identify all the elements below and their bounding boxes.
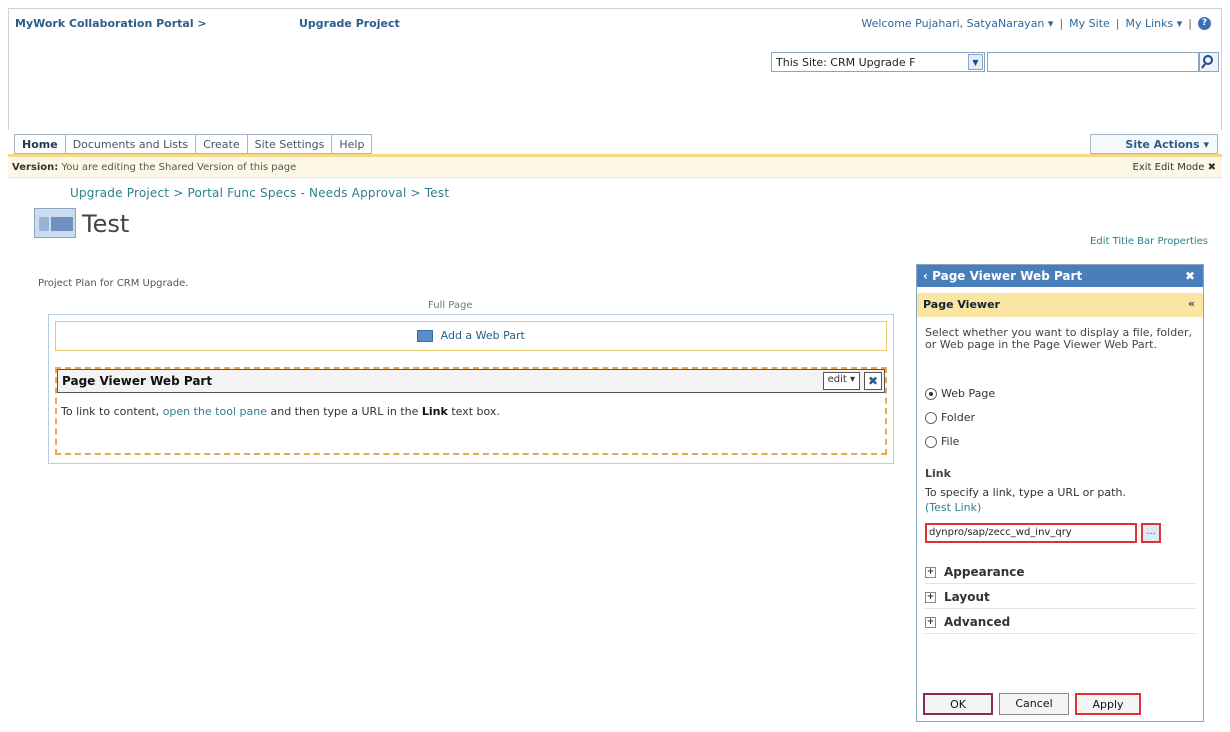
body-text: text box. <box>451 405 500 418</box>
test-link[interactable]: (Test Link) <box>925 501 981 514</box>
add-web-part-icon <box>417 330 434 342</box>
cancel-button[interactable]: Cancel <box>999 693 1069 715</box>
site-name-link[interactable]: Upgrade Project <box>299 17 400 30</box>
body-bold-text: Link <box>421 405 448 418</box>
divider <box>925 633 1195 634</box>
body-text: To link to content, <box>61 405 160 418</box>
expander-label: Appearance <box>944 565 1025 579</box>
section-description: Select whether you want to display a fil… <box>925 326 1192 351</box>
zone-label: Full Page <box>428 300 473 311</box>
web-part-body: To link to content, open the tool pane a… <box>61 405 500 418</box>
top-bar: MyWork Collaboration Portal > Upgrade Pr… <box>8 8 1222 38</box>
my-links-menu[interactable]: My Links ▾ <box>1126 17 1183 30</box>
open-tool-pane-link[interactable]: open the tool pane <box>163 405 267 418</box>
add-web-part-label: Add a Web Part <box>440 329 525 342</box>
ok-button[interactable]: OK <box>923 693 993 715</box>
radio-folder[interactable]: Folder <box>925 411 975 424</box>
chevron-down-icon[interactable]: ▼ <box>968 54 983 70</box>
page-viewer-web-part: Page Viewer Web Part edit ▾ ✖ To link to… <box>55 367 887 455</box>
link-url-field[interactable]: dynpro/sap/zecc_wd_inv_qry <box>925 523 1137 543</box>
separator: | <box>1059 17 1064 30</box>
breadcrumb[interactable]: Upgrade Project > Portal Func Specs - Ne… <box>70 186 449 200</box>
radio-label: Folder <box>941 411 975 424</box>
radio-web-page[interactable]: Web Page <box>925 387 995 400</box>
expander-label: Layout <box>944 590 990 604</box>
separator: | <box>1188 17 1192 30</box>
advanced-expander[interactable]: + Advanced <box>925 615 1010 629</box>
layout-expander[interactable]: + Layout <box>925 590 990 604</box>
tool-pane-header: ‹ Page Viewer Web Part ✖ <box>917 265 1203 287</box>
plus-icon[interactable]: + <box>925 591 936 603</box>
separator: | <box>1115 17 1120 30</box>
web-part-edit-menu[interactable]: edit ▾ <box>822 372 860 390</box>
radio-label: File <box>941 435 960 448</box>
search-icon <box>1201 55 1213 69</box>
page-description: Project Plan for CRM Upgrade. <box>38 278 189 289</box>
page-title: Test <box>82 210 130 238</box>
portal-breadcrumb-link[interactable]: MyWork Collaboration Portal > <box>15 17 207 30</box>
divider <box>925 583 1195 584</box>
close-icon[interactable]: ✖ <box>1185 269 1195 283</box>
search-button[interactable] <box>1199 52 1219 72</box>
plus-icon[interactable]: + <box>925 616 936 628</box>
page-viewer-section-header[interactable]: Page Viewer « <box>917 293 1203 317</box>
radio-button[interactable] <box>925 435 937 448</box>
help-icon[interactable]: ? <box>1198 17 1211 30</box>
link-help-text: To specify a link, type a URL or path. <box>925 486 1126 499</box>
search-input[interactable] <box>987 52 1199 72</box>
welcome-user-menu[interactable]: Welcome Pujahari, SatyaNarayan ▾ <box>861 17 1053 30</box>
web-part-zone: Add a Web Part Page Viewer Web Part edit… <box>48 314 894 464</box>
body-text: and then type a URL in the <box>270 405 419 418</box>
divider <box>925 608 1195 609</box>
radio-button[interactable] <box>925 387 937 400</box>
search-area: This Site: CRM Upgrade F ▼ <box>8 38 1222 130</box>
tab-home[interactable]: Home <box>14 134 66 154</box>
add-web-part-button[interactable]: Add a Web Part <box>55 321 887 351</box>
tab-documents-and-lists[interactable]: Documents and Lists <box>65 134 197 154</box>
top-nav-tabs: Home Documents and Lists Create Site Set… <box>14 134 373 154</box>
browse-button[interactable]: ... <box>1141 523 1161 543</box>
collapse-icon[interactable]: « <box>1188 297 1195 310</box>
close-icon[interactable]: ✖ <box>864 372 882 390</box>
tool-pane: ‹ Page Viewer Web Part ✖ Page Viewer « S… <box>916 264 1204 722</box>
apply-button[interactable]: Apply <box>1075 693 1141 715</box>
section-title: Page Viewer <box>923 298 1000 311</box>
version-text: You are editing the Shared Version of th… <box>61 162 297 173</box>
welcome-menu-area: Welcome Pujahari, SatyaNarayan ▾ | My Si… <box>861 17 1211 30</box>
link-label: Link <box>925 467 951 480</box>
version-label: Version: <box>12 162 59 173</box>
plus-icon[interactable]: + <box>925 566 936 578</box>
expander-label: Advanced <box>944 615 1011 629</box>
version-bar: Version: You are editing the Shared Vers… <box>8 154 1222 178</box>
edit-title-bar-properties-link[interactable]: Edit Title Bar Properties <box>1090 236 1208 247</box>
exit-edit-mode-link[interactable]: Exit Edit Mode ✖ <box>1133 162 1216 173</box>
site-actions-menu[interactable]: Site Actions ▾ <box>1090 134 1218 154</box>
search-scope-value: This Site: CRM Upgrade F <box>776 56 916 69</box>
tab-help[interactable]: Help <box>332 134 373 154</box>
search-scope-select[interactable]: This Site: CRM Upgrade F ▼ <box>771 52 985 72</box>
radio-file[interactable]: File <box>925 435 959 448</box>
tool-pane-title: ‹ Page Viewer Web Part <box>923 269 1083 283</box>
web-part-header: Page Viewer Web Part edit ▾ ✖ <box>57 369 885 393</box>
tool-pane-buttons: OK Cancel Apply <box>923 693 1141 715</box>
tab-create[interactable]: Create <box>196 134 248 154</box>
tab-site-settings[interactable]: Site Settings <box>247 134 333 154</box>
version-message: Version: You are editing the Shared Vers… <box>12 162 296 173</box>
web-part-title: Page Viewer Web Part <box>62 374 213 388</box>
radio-button[interactable] <box>925 411 937 424</box>
page-title-icon <box>34 208 76 238</box>
radio-label: Web Page <box>941 387 996 400</box>
appearance-expander[interactable]: + Appearance <box>925 565 1025 579</box>
my-site-link[interactable]: My Site <box>1069 17 1110 30</box>
